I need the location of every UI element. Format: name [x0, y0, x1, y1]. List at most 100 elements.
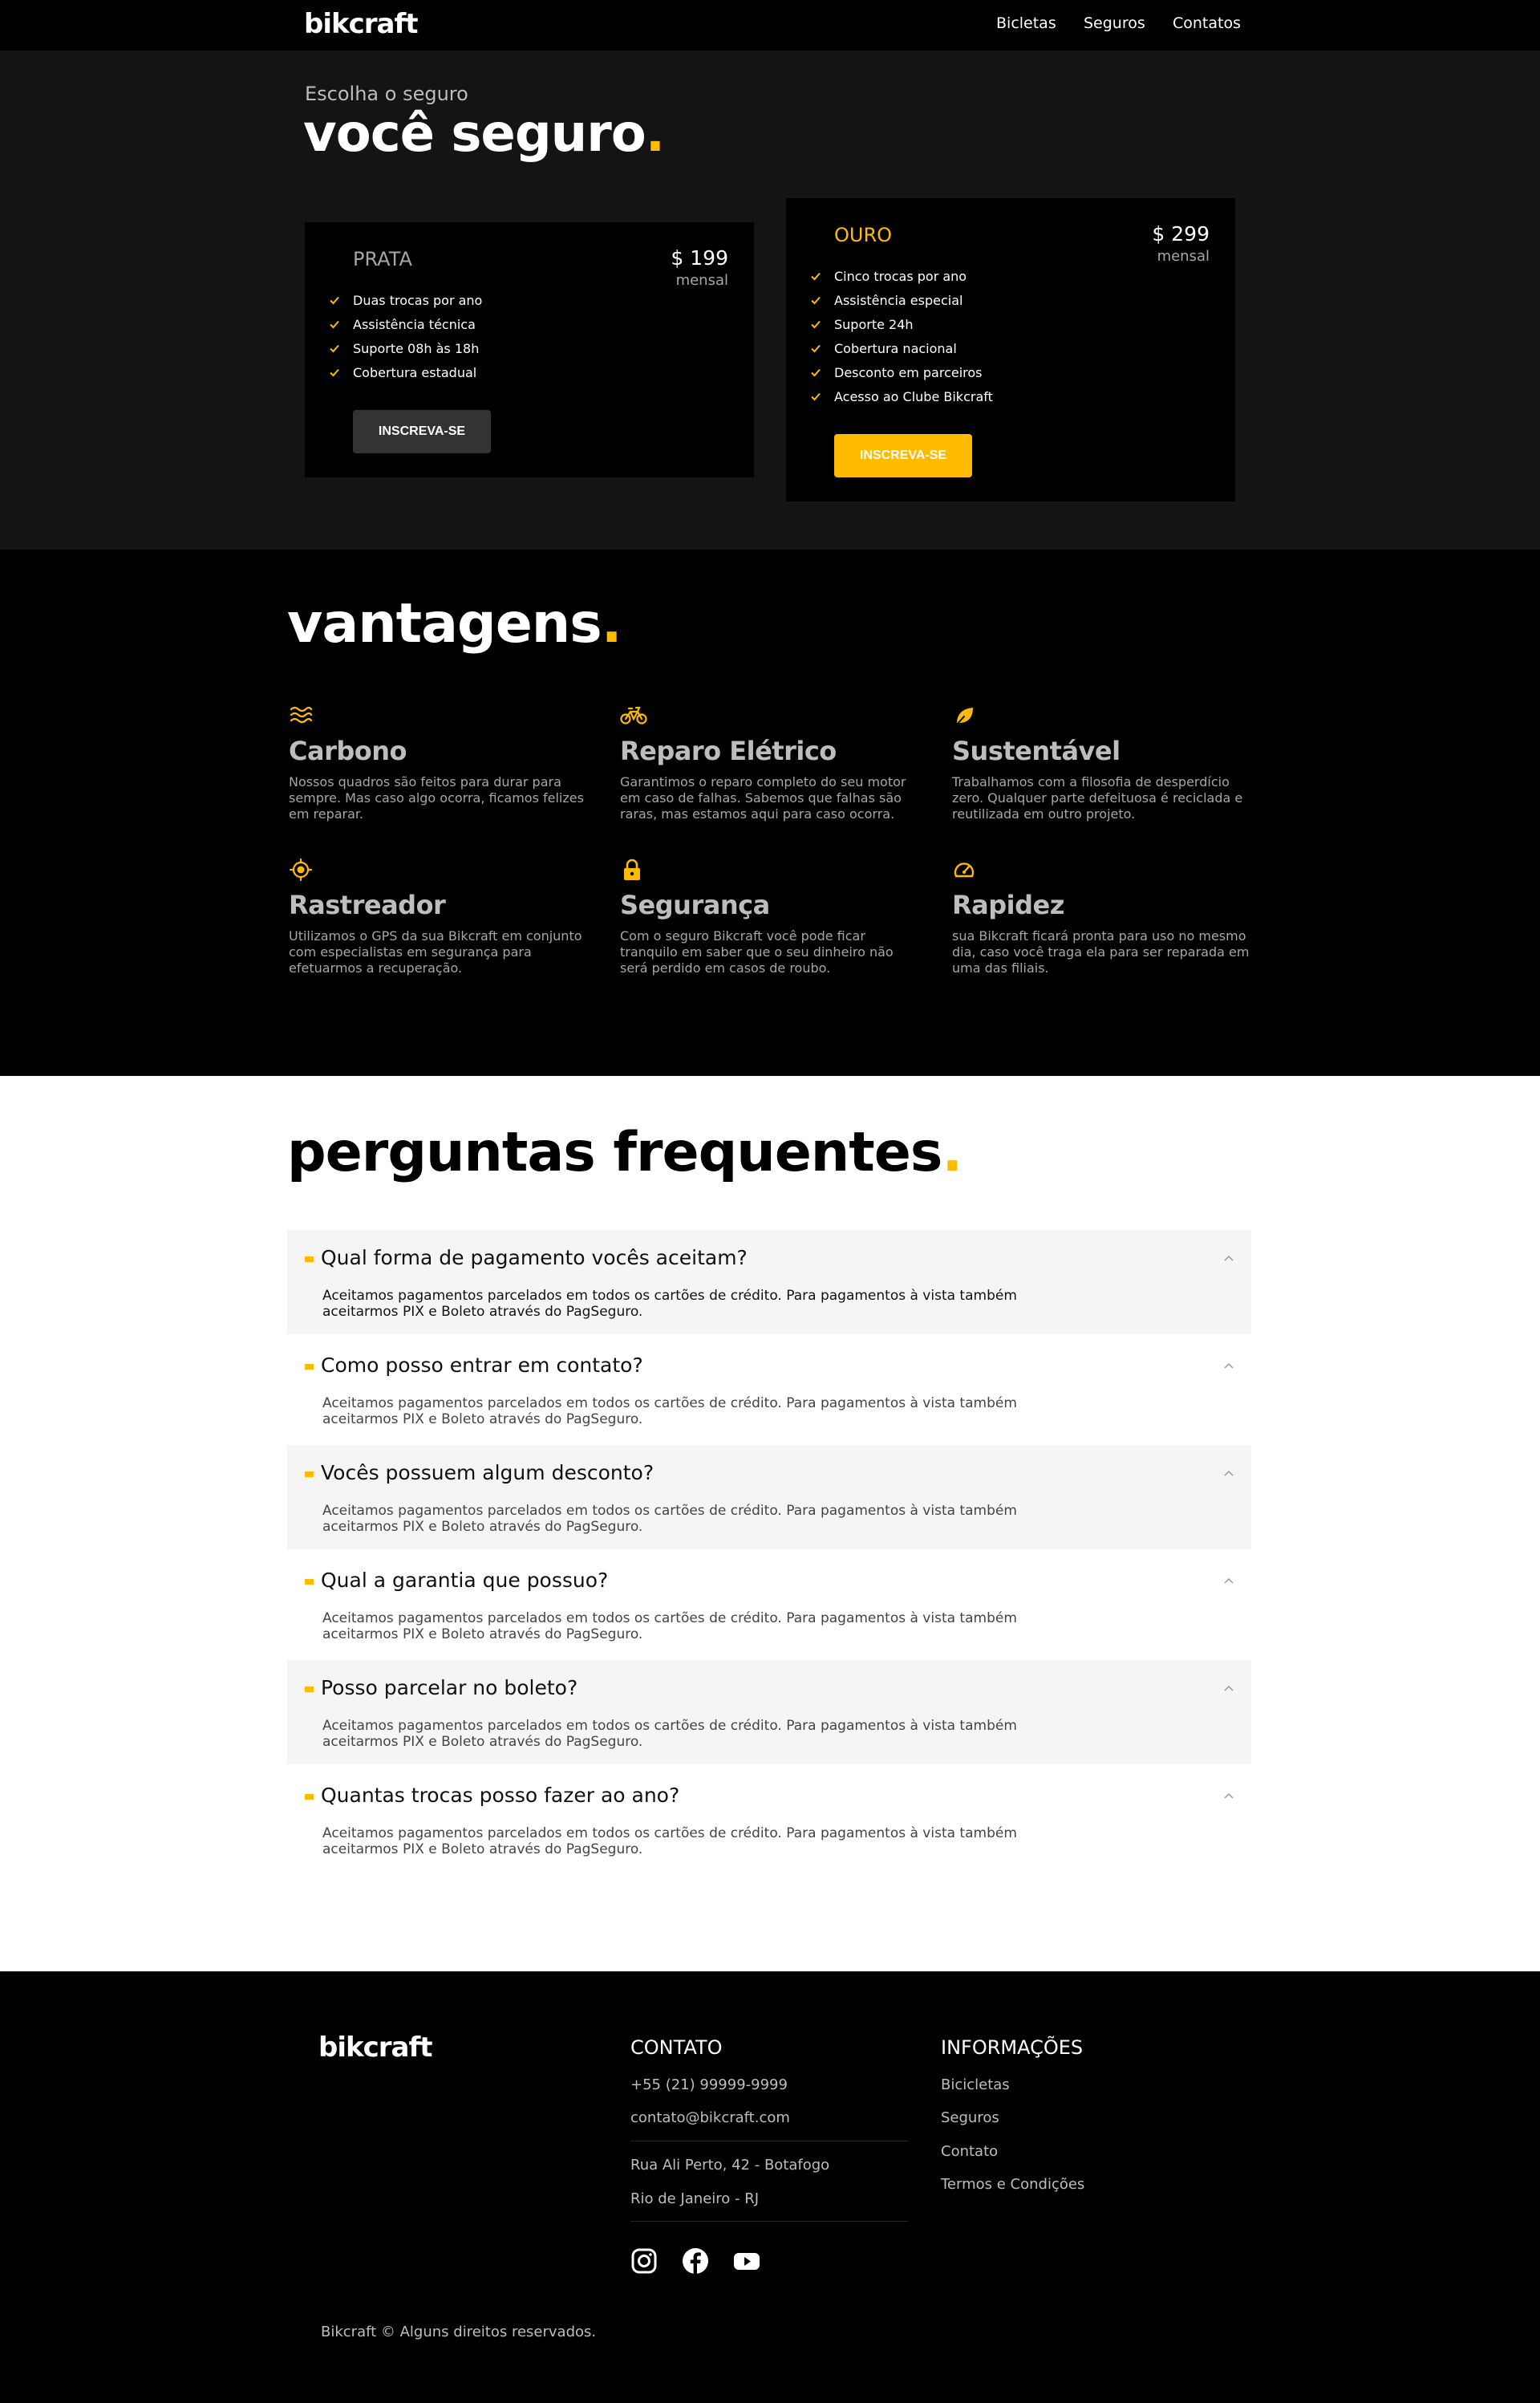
footer-divider — [630, 2221, 908, 2222]
faq-item[interactable]: Qual a garantia que possuo? Aceitamos pa… — [287, 1553, 1251, 1657]
plan-feature: Assistência técnica — [329, 312, 482, 336]
chevron-up-icon[interactable] — [1222, 1575, 1235, 1588]
feature-seguranca: Segurança Com o seguro Bikcraft você pod… — [620, 858, 925, 976]
bullet-marker-icon — [305, 1471, 314, 1477]
footer-address-city: Rio de Janeiro - RJ — [630, 2190, 760, 2207]
feature-title: Rapidez — [952, 890, 1064, 920]
title-dot: . — [601, 592, 622, 656]
footer-link-termos[interactable]: Termos e Condições — [941, 2176, 1084, 2193]
plan-feature-list: Duas trocas por ano Assistência técnica … — [329, 288, 482, 384]
youtube-icon[interactable] — [733, 2247, 760, 2275]
plan-feature: Desconto em parceiros — [810, 360, 993, 384]
insurance-section — [0, 51, 1540, 550]
footer-link-contato[interactable]: Contato — [941, 2143, 998, 2160]
plan-feature-label: Suporte 24h — [834, 316, 914, 332]
section-title-text: perguntas frequentes — [287, 1121, 942, 1184]
footer-address-street: Rua Ali Perto, 42 - Botafogo — [630, 2157, 830, 2174]
page-title-text: você seguro — [303, 104, 646, 164]
instagram-icon[interactable] — [630, 2247, 658, 2275]
carbon-waves-icon — [289, 704, 313, 728]
footer-email[interactable]: contato@bikcraft.com — [630, 2109, 790, 2126]
faq-answer: Aceitamos pagamentos parcelados em todos… — [322, 1825, 1017, 1857]
faq-question[interactable]: Vocês possuem algum desconto? — [321, 1461, 654, 1484]
faq-item[interactable]: Posso parcelar no boleto? Aceitamos paga… — [287, 1660, 1251, 1764]
feature-desc: Garantimos o reparo completo do seu moto… — [620, 774, 906, 822]
leaf-icon — [952, 704, 976, 728]
plan-period: mensal — [1157, 248, 1210, 265]
chevron-up-icon[interactable] — [1222, 1467, 1235, 1480]
nav-link-contatos[interactable]: Contatos — [1173, 14, 1241, 32]
feature-carbono: Carbono Nossos quadros são feitos para d… — [289, 704, 594, 822]
check-icon — [329, 343, 340, 354]
footer-logo[interactable]: bikcraft — [318, 2032, 433, 2064]
plan-feature: Duas trocas por ano — [329, 288, 482, 312]
footer-link-bicicletas[interactable]: Bicicletas — [941, 2076, 1010, 2093]
plan-name: OURO — [834, 224, 893, 246]
chevron-up-icon[interactable] — [1222, 1790, 1235, 1803]
plan-price: $ 299 — [1152, 222, 1210, 246]
feature-rastreador: Rastreador Utilizamos o GPS da sua Bikcr… — [289, 858, 594, 976]
faq-question[interactable]: Quantas trocas posso fazer ao ano? — [321, 1784, 679, 1807]
plan-feature: Assistência especial — [810, 288, 993, 312]
page-title: você seguro. — [303, 104, 665, 164]
faq-answer: Aceitamos pagamentos parcelados em todos… — [322, 1610, 1017, 1642]
faq-item[interactable]: Qual forma de pagamento vocês aceitam? A… — [287, 1230, 1251, 1334]
speedometer-icon — [952, 858, 976, 882]
plan-feature-label: Assistência especial — [834, 292, 963, 308]
plan-feature: Cinco trocas por ano — [810, 264, 993, 288]
plan-feature: Acesso ao Clube Bikcraft — [810, 384, 993, 408]
title-dot: . — [645, 104, 665, 164]
check-icon — [329, 319, 340, 330]
check-icon — [810, 343, 821, 354]
section-title-faq: perguntas frequentes. — [287, 1121, 962, 1184]
section-title-text: vantagens — [287, 592, 602, 656]
faq-answer: Aceitamos pagamentos parcelados em todos… — [322, 1288, 1017, 1320]
faq-question[interactable]: Qual forma de pagamento vocês aceitam? — [321, 1246, 748, 1269]
check-icon — [810, 270, 821, 282]
bullet-marker-icon — [305, 1364, 314, 1370]
footer-link-seguros[interactable]: Seguros — [941, 2109, 999, 2126]
nav-link-seguros[interactable]: Seguros — [1084, 14, 1145, 32]
check-icon — [329, 294, 340, 306]
bullet-marker-icon — [305, 1794, 314, 1800]
section-title-vantagens: vantagens. — [287, 592, 622, 656]
feature-rapidez: Rapidez sua Bikcraft ficará pronta para … — [952, 858, 1257, 976]
faq-answer: Aceitamos pagamentos parcelados em todos… — [322, 1718, 1017, 1750]
copyright-text: Bikcraft © Alguns direitos reservados. — [321, 2324, 597, 2340]
feature-reparo-eletrico: Reparo Elétrico Garantimos o reparo comp… — [620, 704, 925, 822]
faq-question[interactable]: Como posso entrar em contato? — [321, 1354, 643, 1377]
subscribe-ouro-button[interactable]: INSCREVA-SE — [834, 434, 972, 477]
chevron-up-icon[interactable] — [1222, 1252, 1235, 1265]
footer-phone[interactable]: +55 (21) 99999-9999 — [630, 2076, 788, 2093]
nav-link-bicicletas[interactable]: Bicletas — [996, 14, 1056, 32]
target-icon — [289, 858, 313, 882]
plan-feature: Suporte 08h às 18h — [329, 336, 482, 360]
logo[interactable]: bikcraft — [304, 8, 419, 40]
feature-title: Carbono — [289, 736, 407, 766]
chevron-up-icon[interactable] — [1222, 1683, 1235, 1695]
feature-desc: Utilizamos o GPS da sua Bikcraft em conj… — [289, 928, 582, 976]
bullet-marker-icon — [305, 1687, 314, 1692]
faq-question[interactable]: Qual a garantia que possuo? — [321, 1569, 608, 1592]
feature-title: Sustentável — [952, 736, 1121, 766]
subscribe-prata-button[interactable]: INSCREVA-SE — [353, 410, 491, 453]
feature-desc: Nossos quadros são feitos para durar par… — [289, 774, 584, 822]
plan-card-ouro: OURO $ 299 mensal Cinco trocas por ano A… — [786, 198, 1235, 501]
plan-feature-label: Cinco trocas por ano — [834, 268, 967, 284]
facebook-icon[interactable] — [682, 2247, 709, 2275]
plan-feature: Suporte 24h — [810, 312, 993, 336]
faq-item[interactable]: Quantas trocas posso fazer ao ano? Aceit… — [287, 1768, 1251, 1872]
feature-desc: Trabalhamos com a filosofia de desperdíc… — [952, 774, 1243, 822]
faq-answer: Aceitamos pagamentos parcelados em todos… — [322, 1503, 1017, 1535]
feature-desc: Com o seguro Bikcraft você pode ficar tr… — [620, 928, 894, 976]
check-icon — [810, 391, 821, 402]
plan-period: mensal — [675, 272, 728, 289]
faq-question[interactable]: Posso parcelar no boleto? — [321, 1676, 578, 1699]
feature-title: Rastreador — [289, 890, 446, 920]
chevron-up-icon[interactable] — [1222, 1360, 1235, 1373]
faq-item[interactable]: Vocês possuem algum desconto? Aceitamos … — [287, 1445, 1251, 1549]
bullet-marker-icon — [305, 1579, 314, 1585]
lock-icon — [620, 858, 644, 882]
faq-item[interactable]: Como posso entrar em contato? Aceitamos … — [287, 1337, 1251, 1442]
site-footer — [0, 1971, 1540, 2403]
